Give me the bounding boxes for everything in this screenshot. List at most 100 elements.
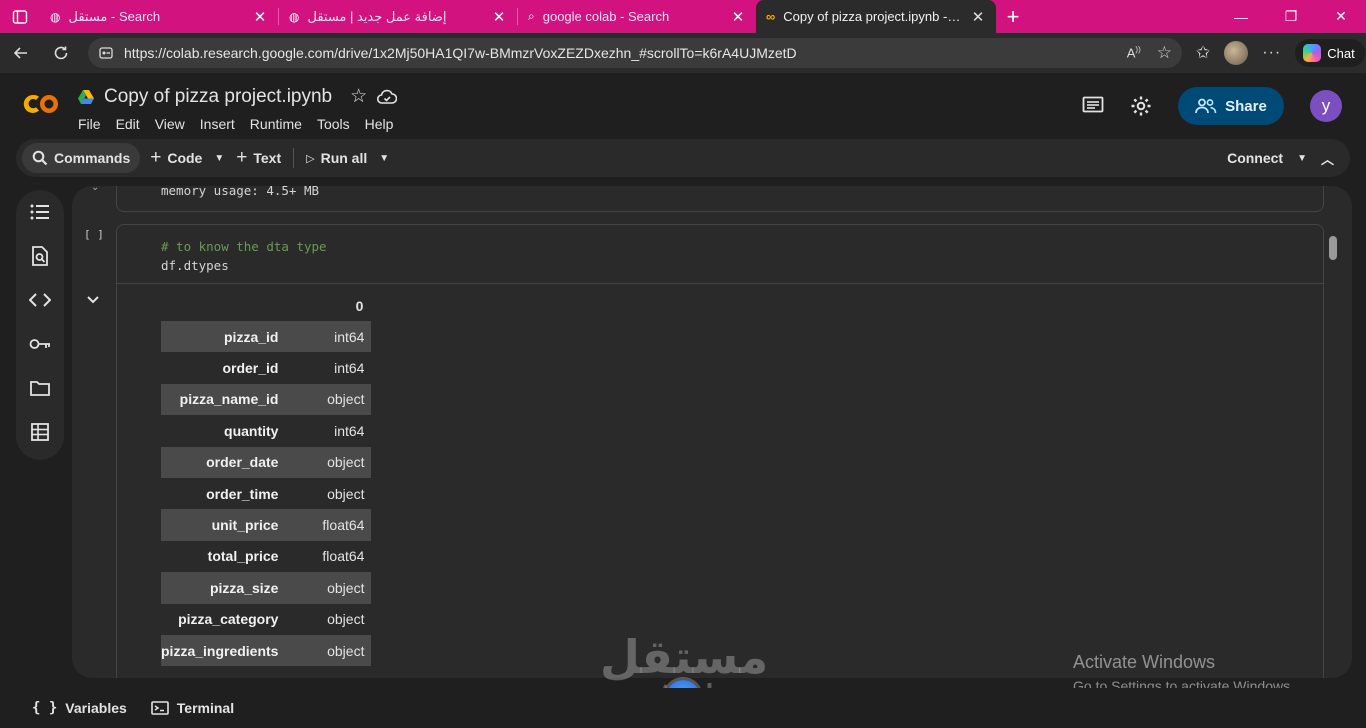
output-collapse-icon[interactable]: ⌄ (91, 186, 99, 193)
comments-icon[interactable] (1082, 96, 1104, 116)
tab-close-icon[interactable]: ✕ (252, 8, 268, 26)
code-snippets-icon[interactable] (29, 290, 51, 310)
favorite-star-icon[interactable]: ☆ (1157, 43, 1172, 63)
cell-run-bracket[interactable]: [ ] (84, 228, 104, 241)
browser-tab-1[interactable]: ◍ Search - مستقل ✕ (40, 0, 278, 33)
menu-tools[interactable]: Tools (317, 116, 350, 132)
previous-output-text: memory usage: 4.5+ MB (161, 186, 320, 198)
table-row: order_date object (161, 446, 372, 478)
restore-icon[interactable]: ❐ (1266, 0, 1316, 33)
mostaql-favicon-icon: ◍ (289, 9, 300, 24)
commands-label: Commands (54, 150, 131, 166)
row-name: pizza_size (161, 572, 307, 604)
refresh-button[interactable] (42, 37, 80, 69)
code-dropdown-button[interactable]: ▼ (210, 143, 228, 173)
row-name: unit_price (161, 509, 307, 541)
code-comment: # to know the dta type (161, 239, 327, 254)
terminal-label: Terminal (176, 700, 235, 716)
row-name: pizza_category (178, 611, 279, 628)
back-arrow-icon (13, 47, 27, 59)
terminal-icon (150, 701, 169, 715)
minimize-icon[interactable]: — (1216, 0, 1266, 33)
site-info-icon[interactable] (98, 45, 114, 61)
row-name: total_price (207, 548, 279, 565)
profile-avatar[interactable] (1224, 41, 1249, 65)
colab-header: Copy of pizza project.ipynb ☆ File Edit … (0, 73, 1366, 139)
row-dtype: int64 (306, 321, 372, 353)
connect-dropdown-icon[interactable]: ▼ (1297, 153, 1307, 164)
colab-logo-icon[interactable] (20, 89, 62, 119)
add-code-button[interactable]: + Code (142, 143, 210, 173)
secrets-key-icon[interactable] (29, 334, 51, 354)
browser-tab-3[interactable]: ⌕ google colab - Search ✕ (518, 0, 756, 33)
cloud-saved-icon[interactable] (377, 89, 398, 105)
table-row: pizza_name_id object (161, 383, 372, 416)
run-all-label: Run all (320, 150, 368, 166)
notebook-area: ⌄ memory usage: 4.5+ MB [ ] # to know th… (72, 186, 1352, 678)
tab-label: Copy of pizza project.ipynb - Cola (783, 9, 962, 24)
dtypes-output-table: 0 pizza_id int64 order_id int64 pizza_name… (161, 291, 372, 667)
url-field[interactable]: https://colab.research.google.com/drive/… (88, 38, 1182, 68)
tab-actions-icon[interactable] (0, 0, 40, 33)
search-icon (32, 150, 48, 166)
menu-help[interactable]: Help (365, 116, 394, 132)
back-button[interactable] (2, 37, 40, 69)
terminal-button[interactable]: Terminal (150, 700, 235, 716)
variables-braces-icon: { } (32, 700, 58, 716)
bottom-status-bar: { } Variables Terminal (0, 688, 1366, 728)
row-dtype: object (306, 446, 372, 478)
new-tab-button[interactable]: + (996, 0, 1030, 33)
menu-view[interactable]: View (155, 116, 185, 132)
code-cell[interactable]: # to know the dta type df.dtypes 0 pizza… (116, 224, 1324, 678)
table-row: pizza_category object (161, 604, 371, 635)
commands-button[interactable]: Commands (22, 143, 141, 173)
menu-file[interactable]: File (78, 116, 101, 132)
cell-editor[interactable]: # to know the dta type df.dtypes (161, 237, 327, 275)
tab-close-icon[interactable]: ✕ (491, 8, 507, 26)
notebook-scrollbar-thumb[interactable] (1329, 236, 1337, 260)
menu-edit[interactable]: Edit (116, 116, 140, 132)
data-table-icon[interactable] (29, 422, 51, 442)
caret-down-icon: ▼ (379, 152, 390, 164)
favorites-icon[interactable]: ✩ (1196, 43, 1210, 63)
close-window-icon[interactable]: ✕ (1316, 0, 1366, 33)
menu-runtime[interactable]: Runtime (250, 116, 302, 132)
add-text-button[interactable]: + Text (228, 143, 289, 173)
tab-close-icon[interactable]: ✕ (970, 8, 986, 26)
table-row: pizza_size object (161, 572, 372, 604)
read-aloud-icon[interactable]: A)) (1127, 45, 1141, 60)
google-drive-icon (78, 89, 94, 104)
chat-label: Chat (1327, 45, 1355, 61)
share-label: Share (1225, 97, 1267, 115)
code-label: Code (167, 150, 203, 166)
files-folder-icon[interactable] (29, 378, 51, 398)
more-options-icon[interactable]: ··· (1262, 44, 1281, 62)
tab-close-icon[interactable]: ✕ (730, 8, 746, 26)
table-header-row: 0 (161, 291, 371, 321)
row-name: pizza_name_id (161, 383, 307, 416)
table-row: pizza_ingredients object (161, 634, 372, 667)
find-replace-icon[interactable] (29, 246, 51, 266)
run-all-button[interactable]: ▷ Run all (298, 143, 375, 173)
browser-tab-active[interactable]: ∞ Copy of pizza project.ipynb - Cola ✕ (756, 0, 996, 33)
tab-label: google colab - Search (542, 9, 670, 24)
menu-insert[interactable]: Insert (200, 116, 235, 132)
toolbar-separator (293, 148, 295, 168)
collapse-header-chevron-icon[interactable]: ︿ (1321, 149, 1334, 168)
table-of-contents-icon[interactable] (29, 202, 51, 222)
share-button[interactable]: Share (1178, 87, 1284, 125)
activation-title: Activate Windows (1073, 652, 1216, 672)
star-icon[interactable]: ☆ (350, 85, 367, 108)
variables-button[interactable]: { } Variables (32, 700, 127, 716)
cell-output-divider (117, 283, 1323, 284)
url-text: https://colab.research.google.com/drive/… (124, 45, 797, 61)
copilot-chat-button[interactable]: Chat (1295, 39, 1365, 67)
row-name: order_id (222, 360, 279, 377)
output-collapse-chevron-icon[interactable] (86, 292, 100, 310)
settings-gear-icon[interactable] (1130, 95, 1152, 117)
run-all-dropdown-button[interactable]: ▼ (375, 143, 393, 173)
notebook-title[interactable]: Copy of pizza project.ipynb (104, 86, 332, 108)
connect-button[interactable]: Connect (1227, 150, 1283, 166)
browser-tab-2[interactable]: ◍ إضافة عمل جديد | مستقل ✕ (279, 0, 517, 33)
user-avatar[interactable]: y (1310, 90, 1342, 122)
